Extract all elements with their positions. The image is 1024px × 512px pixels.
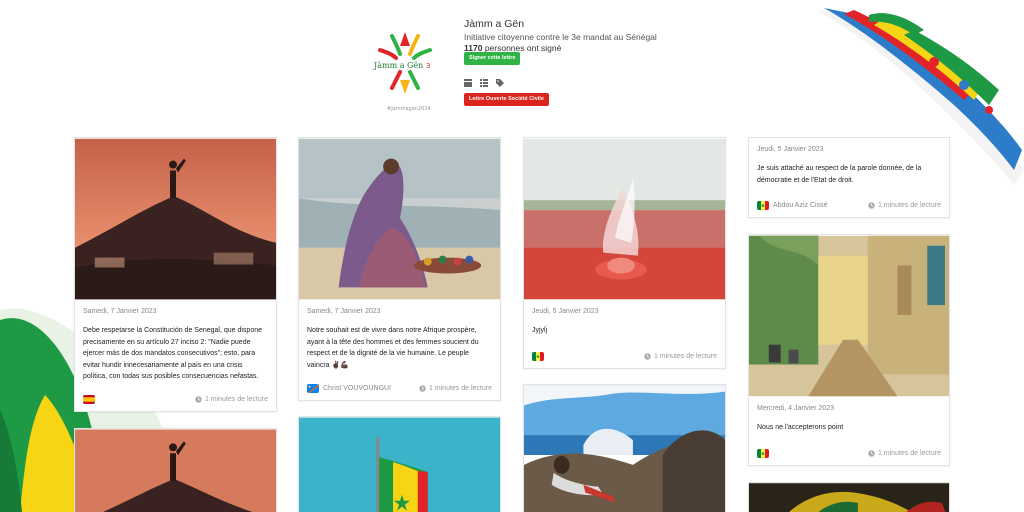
- senegal-flag-icon: [532, 351, 544, 361]
- post-image: [75, 429, 276, 512]
- spain-flag-icon: [83, 394, 95, 404]
- read-time: 1 minutes de lecture: [644, 353, 717, 360]
- post-image: [524, 138, 725, 300]
- site-header: Jàmm a Gën 3 #Jammagen2024 Jàmm a Gën In…: [370, 14, 670, 114]
- view-toggle-group: [464, 74, 504, 87]
- post-card[interactable]: Samedi, 7 Janvier 2023 Notre souhait est…: [298, 137, 501, 401]
- post-date: Jeudi, 5 Janvier 2023: [532, 308, 599, 315]
- post-card[interactable]: [748, 482, 950, 512]
- post-card[interactable]: Samedi, 7 Janvier 2023 Debe respetarse l…: [74, 137, 277, 412]
- post-excerpt[interactable]: Je suis attaché au respect de la parole …: [757, 163, 941, 186]
- site-tagline: Initiative citoyenne contre le 3e mandat…: [464, 32, 657, 42]
- post-image: [749, 483, 949, 512]
- post-card[interactable]: Mercredi, 4 Janvier 2023 Nous ne l'accep…: [748, 234, 950, 466]
- post-author: [532, 351, 548, 361]
- post-author: Christ VOUVOUNGUI: [307, 383, 391, 393]
- clock-icon: [868, 201, 875, 209]
- read-time-label: 1 minutes de lecture: [877, 201, 941, 209]
- dr-congo-flag-icon: [307, 383, 319, 393]
- post-excerpt[interactable]: Jyjylj: [532, 325, 717, 337]
- grid-view-icon[interactable]: [464, 74, 472, 87]
- post-image: [299, 417, 500, 512]
- post-card[interactable]: [298, 416, 501, 512]
- site-title[interactable]: Jàmm a Gën: [464, 18, 524, 30]
- site-logo[interactable]: Jàmm a Gën 3 #Jammagen2024: [370, 28, 456, 114]
- post-excerpt[interactable]: Nous ne l'accepterons point: [757, 422, 941, 434]
- post-image: [75, 138, 276, 300]
- post-image: [299, 138, 500, 300]
- post-excerpt[interactable]: Debe respetarse la Constitución de Seneg…: [83, 325, 268, 383]
- post-card[interactable]: Jeudi, 5 Janvier 2023 Jyjylj 1 minutes d…: [523, 137, 726, 369]
- read-time: 1 minutes de lecture: [419, 385, 492, 392]
- read-time-label: 1 minutes de lecture: [204, 395, 268, 403]
- svg-text:3: 3: [426, 62, 430, 70]
- read-time: 1 minutes de lecture: [868, 202, 941, 209]
- read-time-label: 1 minutes de lecture: [653, 352, 717, 360]
- read-time-label: 1 minutes de lecture: [877, 449, 941, 457]
- post-author-name[interactable]: Abdou Aziz Cissé: [773, 202, 827, 209]
- clock-icon: [868, 449, 875, 457]
- tags-icon[interactable]: [496, 74, 504, 87]
- post-author: [83, 394, 99, 404]
- post-date: Mercredi, 4 Janvier 2023: [757, 405, 835, 412]
- read-time: 1 minutes de lecture: [868, 450, 941, 457]
- post-date: Jeudi, 5 Janvier 2023: [757, 146, 824, 153]
- post-excerpt[interactable]: Notre souhait est de vivre dans notre Af…: [307, 325, 492, 371]
- clock-icon: [419, 384, 426, 392]
- post-card[interactable]: [74, 428, 277, 512]
- senegal-flag-icon: [757, 200, 769, 210]
- post-date: Samedi, 7 Janvier 2023: [307, 308, 381, 315]
- post-image: [749, 235, 949, 397]
- svg-text:Jàmm a Gën: Jàmm a Gën: [373, 61, 423, 70]
- post-date: Samedi, 7 Janvier 2023: [83, 308, 157, 315]
- clock-icon: [195, 395, 202, 403]
- logo-hashtag: #Jammagen2024: [387, 106, 431, 112]
- sign-letter-button[interactable]: Signer cette lettre: [464, 52, 521, 65]
- post-author: [757, 448, 773, 458]
- jamm-a-gen-logo-icon: Jàmm a Gën 3: [373, 32, 432, 94]
- read-time-label: 1 minutes de lecture: [428, 384, 492, 392]
- post-card[interactable]: Jeudi, 5 Janvier 2023 Je suis attaché au…: [748, 137, 950, 218]
- post-card[interactable]: [523, 384, 726, 512]
- senegal-flag-icon: [757, 448, 769, 458]
- post-image: [524, 385, 725, 512]
- clock-icon: [644, 352, 651, 360]
- post-author-name[interactable]: Christ VOUVOUNGUI: [323, 385, 391, 392]
- post-author: Abdou Aziz Cissé: [757, 200, 827, 210]
- open-letter-button[interactable]: Lettre Ouverte Société Civile: [464, 93, 549, 106]
- list-view-icon[interactable]: [480, 74, 488, 87]
- read-time: 1 minutes de lecture: [195, 396, 268, 403]
